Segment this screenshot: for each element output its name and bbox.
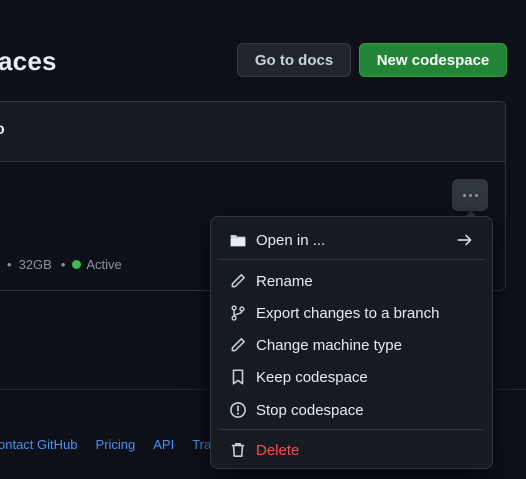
page-title: aces	[0, 46, 57, 76]
storage-size: 32GB	[18, 257, 52, 272]
go-to-docs-button[interactable]: Go to docs	[237, 43, 351, 77]
status-active-icon	[72, 260, 82, 269]
codespace-meta: • 32GB • Active	[0, 257, 122, 272]
menu-divider	[219, 259, 484, 260]
kebab-dot-icon	[462, 193, 466, 197]
menu-item-delete[interactable]: Delete	[211, 435, 492, 465]
meta-separator: •	[7, 257, 12, 272]
footer-links: ontact GitHub Pricing API Tra	[0, 437, 211, 452]
kebab-dot-icon	[474, 193, 478, 197]
menu-item-label: Keep codespace	[256, 368, 368, 386]
pencil-icon	[229, 336, 247, 354]
more-options-button[interactable]	[452, 179, 488, 211]
menu-item-label: Rename	[256, 272, 313, 290]
menu-item-change-machine[interactable]: Change machine type	[211, 330, 492, 360]
menu-item-label: Export changes to a branch	[256, 304, 440, 322]
trash-icon	[229, 441, 247, 459]
footer-link-pricing[interactable]: Pricing	[96, 437, 136, 452]
kebab-dot-icon	[468, 193, 472, 197]
git-branch-icon	[229, 304, 247, 322]
meta-separator: •	[60, 257, 66, 272]
folder-icon	[229, 231, 247, 249]
stop-alert-icon	[229, 401, 247, 419]
status-text: Active	[86, 257, 122, 272]
menu-item-export-branch[interactable]: Export changes to a branch	[211, 298, 492, 328]
menu-item-keep-codespace[interactable]: Keep codespace	[211, 362, 492, 392]
menu-item-label: Change machine type	[256, 336, 402, 354]
menu-item-stop-codespace[interactable]: Stop codespace	[211, 395, 492, 425]
bookmark-icon	[229, 368, 247, 386]
menu-item-label: Delete	[256, 441, 300, 459]
menu-item-label: Stop codespace	[256, 401, 364, 419]
card-header-text: o	[0, 121, 5, 139]
menu-item-label: Open in ...	[256, 231, 326, 249]
menu-item-rename[interactable]: Rename	[211, 266, 492, 296]
footer-link-training[interactable]: Tra	[192, 437, 211, 452]
arrow-right-icon	[456, 231, 474, 249]
pencil-icon	[229, 272, 247, 290]
menu-item-open-in[interactable]: Open in ...	[211, 225, 492, 255]
card-header: o	[0, 102, 505, 162]
menu-divider	[219, 429, 484, 430]
footer-link-api[interactable]: API	[153, 437, 174, 452]
footer-link-contact[interactable]: ontact GitHub	[0, 437, 78, 452]
codespace-actions-menu: Open in ... Rename Export changes to a b…	[210, 216, 493, 469]
new-codespace-button[interactable]: New codespace	[359, 43, 507, 77]
